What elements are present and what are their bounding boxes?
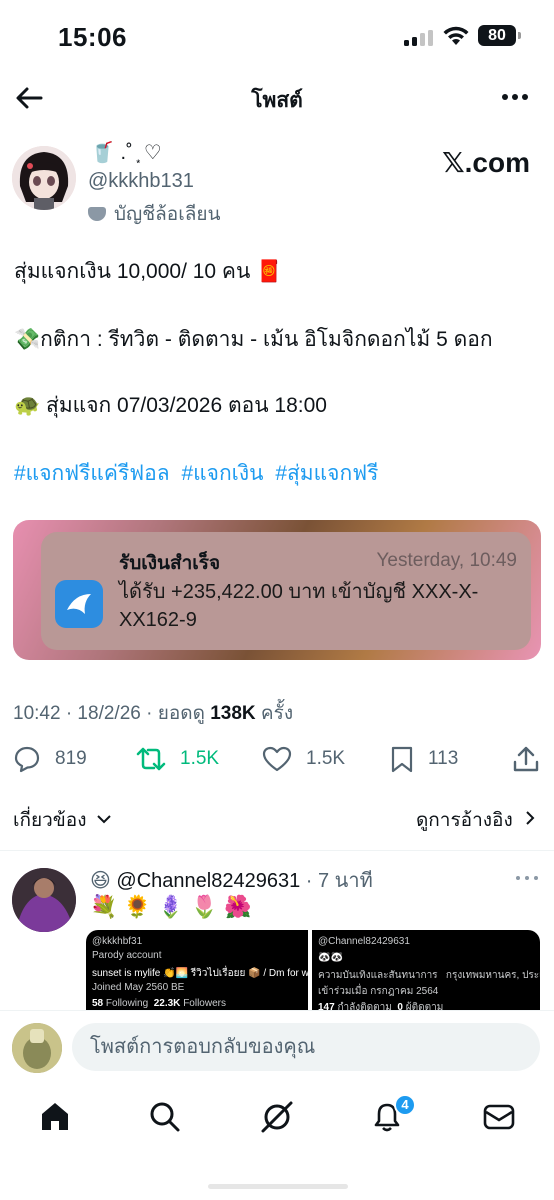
post-text-line: 💸กติกา : รีทวิต - ติดตาม - เม้น อิโมจิกด… bbox=[14, 328, 493, 351]
search-icon[interactable] bbox=[148, 1100, 182, 1134]
turtle-icon: 🐢 bbox=[14, 394, 41, 417]
author-name[interactable]: 🥤 .˚ ͙ ♡ bbox=[90, 140, 162, 165]
home-icon[interactable] bbox=[38, 1100, 72, 1134]
battery-indicator: 80 bbox=[478, 25, 521, 46]
post-image[interactable]: รับเงินสำเร็จ Yesterday, 10:49 ได้รับ +2… bbox=[13, 520, 541, 660]
repost-button[interactable]: 1.5K bbox=[136, 742, 219, 776]
reply-text: 💐 🌻 🪻 🌷 🌺 bbox=[90, 894, 252, 919]
view-count: 138K bbox=[210, 703, 256, 724]
wifi-icon bbox=[443, 26, 469, 45]
post-text-line: สุ่มแจกเงิน 10,000/ 10 คน 🧧 bbox=[14, 260, 283, 283]
bank-app-icon bbox=[55, 580, 103, 628]
top-bar: โพสต์ bbox=[0, 72, 554, 124]
post-text-line: 🐢 สุ่มแจก 07/03/2026 ตอน 18:00 bbox=[14, 394, 327, 417]
bookmark-button[interactable]: 113 bbox=[390, 742, 458, 776]
reply-composer: โพสต์การตอบกลับของคุณ bbox=[0, 1010, 554, 1086]
related-dropdown[interactable]: เกี่ยวข้อง bbox=[13, 805, 112, 835]
more-dots-icon[interactable] bbox=[516, 876, 538, 880]
hashtags: #แจกฟรีแค่รีฟอล #แจกเงิน #สุ่มแจกฟรี bbox=[14, 457, 384, 490]
repost-icon bbox=[136, 747, 166, 771]
reply-icon bbox=[14, 746, 40, 773]
notification-time: Yesterday, 10:49 bbox=[376, 550, 518, 571]
heart-icon bbox=[262, 746, 292, 772]
hashtag-link[interactable]: #แจกฟรีแค่รีฟอล bbox=[14, 462, 170, 485]
chevron-right-icon bbox=[526, 811, 535, 825]
avatar[interactable] bbox=[12, 146, 76, 210]
red-envelope-icon: 🧧 bbox=[256, 260, 283, 283]
author-handle[interactable]: @kkkhb131 bbox=[88, 170, 194, 193]
status-time: 15:06 bbox=[58, 22, 127, 52]
user-avatar[interactable] bbox=[12, 1023, 62, 1073]
signal-icon bbox=[404, 30, 434, 46]
reply-input[interactable]: โพสต์การตอบกลับของคุณ bbox=[72, 1023, 540, 1071]
tab-bar bbox=[0, 1086, 554, 1148]
messages-icon[interactable] bbox=[482, 1100, 516, 1134]
reply-handle[interactable]: @Channel82429631 bbox=[116, 870, 300, 892]
notifications-badge: 4 bbox=[394, 1094, 416, 1116]
reply-avatar[interactable] bbox=[12, 868, 76, 932]
notification-body: ได้รับ +235,422.00 บาท เข้าบัญชี XXX-X-X… bbox=[119, 581, 479, 631]
mask-icon bbox=[88, 207, 106, 221]
laughing-emoji-icon: 😆 bbox=[90, 870, 111, 892]
home-indicator bbox=[208, 1184, 348, 1189]
reply-header: 😆 @Channel82429631 · 7 นาที bbox=[90, 864, 373, 896]
reply-age: · 7 นาที bbox=[300, 870, 373, 892]
like-button[interactable]: 1.5K bbox=[262, 742, 345, 776]
reply-image[interactable]: @kkkhbf31 Parody account sunset is mylif… bbox=[86, 930, 308, 1014]
chevron-down-icon bbox=[97, 815, 111, 824]
reply-image[interactable]: @Channel82429631 🐼🐼 ความบันเทิงและสันทนา… bbox=[312, 930, 540, 1014]
reply-button[interactable]: 819 bbox=[13, 742, 87, 776]
grok-icon[interactable] bbox=[260, 1100, 294, 1134]
share-button[interactable] bbox=[512, 742, 554, 776]
more-dots-icon[interactable] bbox=[502, 94, 530, 102]
action-bar: 819 1.5K 1.5K 113 bbox=[0, 742, 554, 776]
page-title: โพสต์ bbox=[251, 89, 303, 112]
notification-title: รับเงินสำเร็จ bbox=[119, 553, 221, 574]
x-brand-logo: 𝕏.com bbox=[442, 147, 530, 178]
hashtag-link[interactable]: #แจกเงิน bbox=[181, 462, 263, 485]
parody-label: บัญชีล้อเลียน bbox=[88, 199, 220, 229]
view-quotes-link[interactable]: ดูการอ้างอิง bbox=[416, 805, 536, 835]
divider bbox=[0, 850, 554, 851]
share-icon bbox=[513, 746, 539, 772]
money-wings-icon: 💸 bbox=[14, 328, 41, 351]
bookmark-icon bbox=[391, 746, 413, 773]
status-bar: 15:06 80 bbox=[0, 0, 554, 70]
hashtag-link[interactable]: #สุ่มแจกฟรี bbox=[275, 462, 378, 485]
post-timestamp: 10:42 · 18/2/26 · ยอดดู 138K ครั้ง bbox=[13, 703, 294, 724]
bank-notification: รับเงินสำเร็จ Yesterday, 10:49 ได้รับ +2… bbox=[41, 532, 531, 650]
